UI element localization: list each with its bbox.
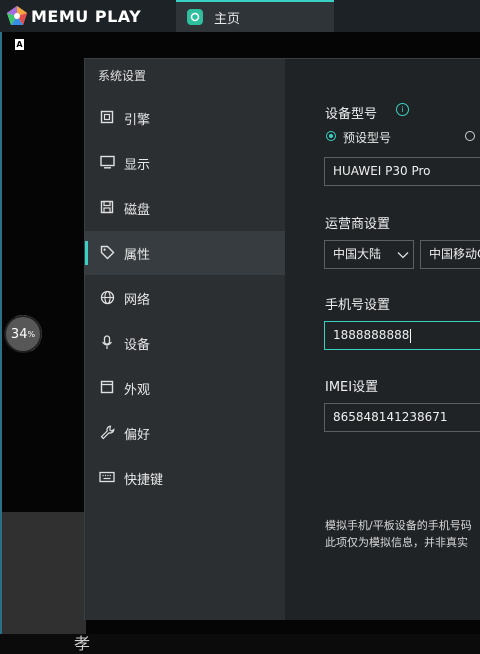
nav-preferences[interactable]: 偏好	[85, 411, 285, 455]
nav-label: 显示	[124, 157, 151, 173]
nav-properties[interactable]: 属性	[85, 231, 285, 275]
nav-label: 网络	[124, 292, 151, 308]
nav-label: 设备	[124, 337, 151, 353]
model-select-value: HUAWEI P30 Pro	[333, 164, 431, 178]
chip-icon	[99, 109, 115, 125]
save-disk-icon	[99, 199, 115, 215]
region-select-value: 中国大陆	[333, 247, 382, 261]
percent-sign: %	[27, 329, 36, 339]
radio-preset-model[interactable]	[326, 131, 336, 141]
nav-appearance[interactable]: 外观	[85, 366, 285, 410]
monitor-icon	[99, 154, 115, 170]
status-badge: A	[15, 39, 24, 50]
carrier-label: 运营商设置	[325, 217, 391, 232]
loading-panel	[2, 512, 86, 634]
settings-title: 系统设置	[98, 69, 147, 83]
device-model-label: 设备型号	[325, 107, 378, 122]
memu-logo-icon	[7, 6, 27, 25]
home-app-icon	[187, 9, 203, 25]
operator-select[interactable]: 中国移动CMCC	[420, 240, 480, 269]
nav-label: 偏好	[124, 427, 151, 443]
note-line-2: 此项仅为模拟信息，并非真实	[325, 536, 468, 549]
nav-engine[interactable]: 引擎	[85, 96, 285, 140]
chevron-down-icon	[392, 241, 413, 268]
nav-shortcuts[interactable]: 快捷键	[85, 456, 285, 500]
note-line-1: 模拟手机/平板设备的手机号码	[325, 519, 472, 532]
text-caret	[410, 328, 412, 343]
loading-percent: 34%	[6, 317, 40, 351]
imei-input-value: 865848141238671	[333, 410, 448, 424]
nav-label: 属性	[124, 247, 151, 263]
radio-custom-model[interactable]	[465, 131, 475, 141]
region-select[interactable]: 中国大陆	[324, 240, 414, 269]
imei-label: IMEI设置	[325, 380, 379, 395]
microphone-icon	[99, 334, 115, 350]
brand-name: MEMU PLAY	[31, 6, 142, 26]
settings-dialog: 系统设置 引擎 显示 磁盘 属性 网络 设备 外观 偏好 快捷键 设备型号 i …	[84, 58, 480, 620]
nav-device[interactable]: 设备	[85, 321, 285, 365]
imei-input[interactable]: 865848141238671	[324, 403, 480, 432]
phone-input-value: 1888888888	[333, 328, 410, 342]
wrench-icon	[99, 424, 115, 440]
title-bar: MEMU PLAY 主页	[0, 0, 480, 32]
nav-label: 引擎	[124, 112, 151, 128]
settings-content: 设备型号 i 预设型号 HUAWEI P30 Pro 运营商设置 中国大陆 中国…	[285, 59, 480, 620]
info-icon[interactable]: i	[396, 103, 409, 116]
nav-label: 磁盘	[124, 202, 151, 218]
settings-sidebar: 系统设置 引擎 显示 磁盘 属性 网络 设备 外观 偏好 快捷键	[85, 59, 285, 620]
globe-icon	[99, 289, 115, 305]
tab-home[interactable]: 主页	[176, 0, 334, 32]
phone-label: 手机号设置	[325, 298, 391, 313]
radio-preset-label: 预设型号	[343, 131, 392, 145]
tag-icon	[99, 244, 115, 260]
tab-home-label: 主页	[214, 11, 241, 27]
model-select[interactable]: HUAWEI P30 Pro	[324, 157, 480, 186]
phone-input[interactable]: 1888888888	[324, 321, 480, 350]
keyboard-icon	[99, 469, 115, 485]
nav-network[interactable]: 网络	[85, 276, 285, 320]
nav-label: 外观	[124, 382, 151, 398]
app-logo: MEMU PLAY	[6, 5, 141, 27]
nav-disk[interactable]: 磁盘	[85, 186, 285, 230]
nav-display[interactable]: 显示	[85, 141, 285, 185]
operator-select-value: 中国移动CMCC	[429, 247, 480, 261]
window-icon	[99, 379, 115, 395]
loading-percent-value: 34	[10, 326, 28, 342]
nav-label: 快捷键	[124, 472, 164, 488]
